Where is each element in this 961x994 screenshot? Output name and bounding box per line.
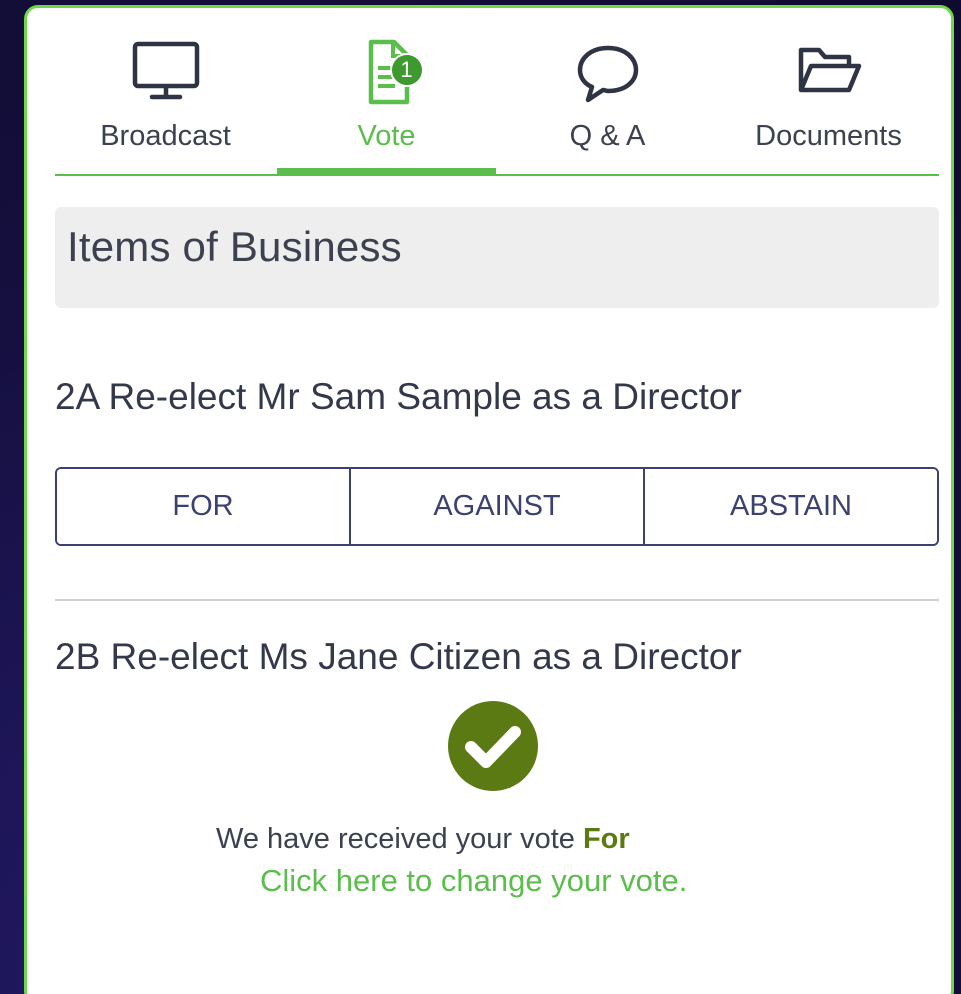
checkmark-icon (448, 701, 538, 791)
tab-qa[interactable]: Q & A (497, 8, 718, 174)
tab-broadcast[interactable]: Broadcast (55, 8, 276, 174)
resolution-title-2a: 2A Re-elect Mr Sam Sample as a Director (55, 376, 742, 417)
tab-label: Broadcast (100, 120, 231, 152)
folder-icon (798, 47, 861, 93)
tab-documents[interactable]: Documents (718, 8, 939, 174)
tab-label: Documents (755, 120, 902, 152)
vote-received-message: We have received your vote For (216, 823, 630, 856)
resolution-title-2b: 2B Re-elect Ms Jane Citizen as a Directo… (55, 636, 742, 677)
page-title: Items of Business (67, 223, 402, 270)
vote-options-2a: FOR AGAINST ABSTAIN (55, 467, 939, 546)
tab-vote[interactable]: 1 Vote (276, 8, 497, 176)
vote-received-text: We have received your vote (216, 823, 575, 855)
voting-panel: Broadcast 1 Vote Q & A Documents Items o… (24, 5, 954, 994)
vote-count-badge: 1 (389, 53, 424, 87)
items-of-business-header: Items of Business (55, 207, 939, 308)
resolution-divider (55, 599, 939, 601)
vote-against-button[interactable]: AGAINST (351, 469, 645, 544)
vote-for-button[interactable]: FOR (57, 469, 351, 544)
tab-label: Vote (357, 120, 416, 152)
tab-bar: Broadcast 1 Vote Q & A Documents (55, 8, 939, 176)
vote-received-value: For (582, 823, 630, 855)
tab-label: Q & A (569, 120, 646, 152)
speech-bubble-icon (577, 45, 638, 103)
monitor-icon (132, 41, 199, 100)
change-vote-link[interactable]: Click here to change your vote. (260, 863, 687, 899)
vote-abstain-button[interactable]: ABSTAIN (645, 469, 937, 544)
